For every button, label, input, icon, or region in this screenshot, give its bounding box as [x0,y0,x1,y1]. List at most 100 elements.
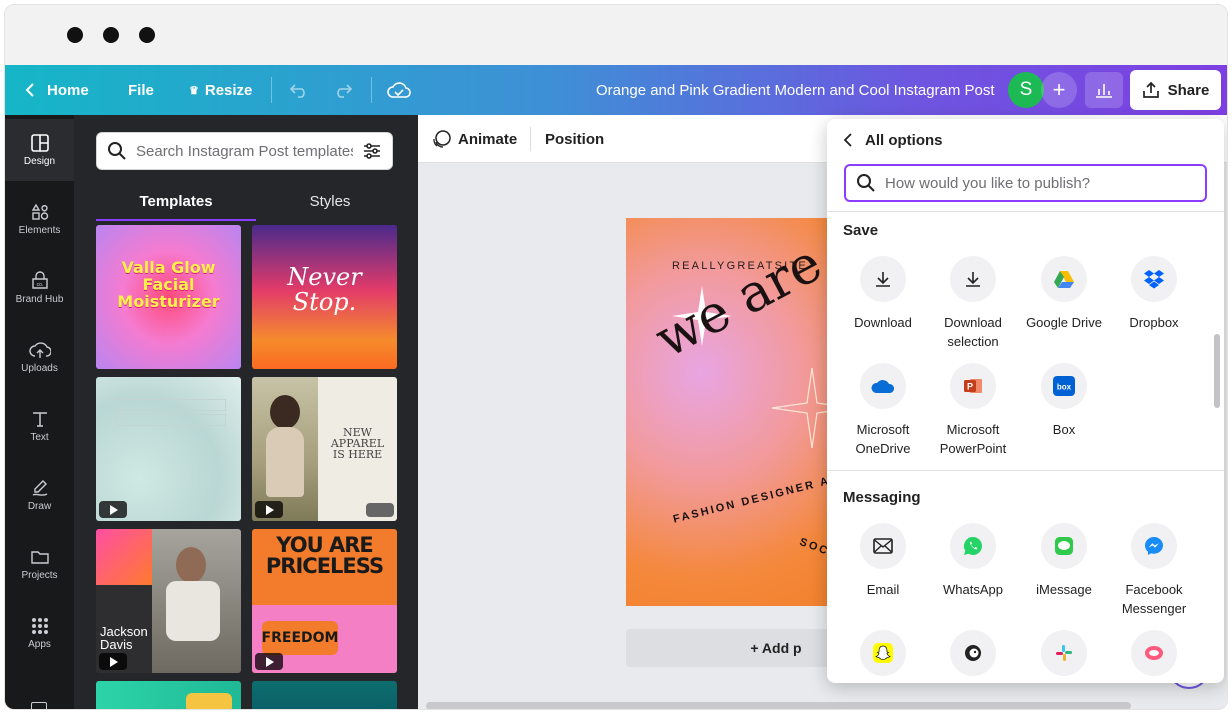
file-menu-button[interactable]: File [128,65,154,115]
filter-sliders-icon[interactable] [362,141,382,161]
section-title-save: Save [843,222,879,239]
rail-item-brand-hub[interactable]: co. Brand Hub [5,257,74,319]
option-label: Email [866,582,900,597]
canvas-headline[interactable]: we are [646,233,832,370]
share-button[interactable]: Share [1130,70,1221,110]
redo-icon [337,84,353,98]
option-onedrive[interactable]: Microsoft OneDrive [838,363,928,458]
shapes-icon [31,203,48,220]
editor-top-bar: Home File ♛ Resize Orange and Pink Gradi… [5,65,1227,115]
option-whatsapp[interactable]: WhatsApp [928,523,1018,599]
animate-label: Animate [458,130,518,148]
template-thumbnail[interactable]: Never Stop. [252,225,397,369]
option-label: Download [854,315,912,330]
option-label: Google Drive [1026,315,1102,330]
option-download-selection[interactable]: Download selection [928,256,1018,351]
position-button[interactable]: Position [545,115,604,163]
tab-templates[interactable]: Templates [96,183,256,219]
template-title-line: YOU ARE [276,533,373,557]
canvas-curve-text[interactable]: FASHION DESIGNER AND [672,470,851,526]
search-icon [857,174,875,192]
option-google-drive[interactable]: Google Drive [1019,256,1109,332]
snapchat-icon [873,643,893,663]
rail-label: Draw [27,501,52,512]
option-box[interactable]: box Box [1019,363,1109,439]
onedrive-icon [871,380,895,393]
redo-button[interactable] [333,65,353,115]
resize-button[interactable]: ♛ Resize [189,65,252,115]
rail-label: Apps [28,639,51,650]
publish-search-input[interactable] [885,174,1195,192]
window-close-dot[interactable] [67,27,83,43]
rail-item-apps[interactable]: Apps [5,602,74,664]
template-search-input[interactable] [136,142,353,160]
window-maximize-dot[interactable] [139,27,155,43]
cloud-save-status[interactable] [387,65,411,115]
home-label: Home [47,81,89,99]
canvas-curve-text[interactable]: SOC [798,536,831,558]
avatar[interactable]: S [1008,72,1044,108]
rail-item-projects[interactable]: Projects [5,533,74,595]
template-title-line: Moisturizer [117,292,220,311]
undo-icon [289,84,305,98]
box-icon: box [1053,376,1075,396]
option-label: Microsoft PowerPoint [939,422,1007,456]
window-minimize-dot[interactable] [103,27,119,43]
rail-item-elements[interactable]: Elements [5,188,74,250]
template-thumbnail[interactable]: YOU ARE PRICELESS FREEDOM [252,529,397,673]
home-button[interactable]: Home [25,65,89,115]
template-title-line: Valla Glow [121,258,216,277]
add-collaborator-button[interactable]: + [1041,72,1077,108]
mailchimp-icon [965,645,981,661]
template-thumbnail[interactable] [252,681,397,709]
apps-grid-icon [31,618,48,634]
rail-item-design[interactable]: Design [5,119,74,181]
option-messenger[interactable]: Facebook Messenger [1109,523,1199,618]
rail-item-draw[interactable]: Draw [5,464,74,526]
template-thumbnail[interactable] [96,681,241,709]
template-search[interactable] [96,132,393,170]
video-badge [99,501,127,518]
chevron-left-icon [843,133,852,147]
share-panel-scrollbar[interactable] [1214,334,1220,408]
option-label: Facebook Messenger [1121,582,1187,616]
browser-window: Home File ♛ Resize Orange and Pink Gradi… [4,4,1228,710]
cloud-upload-icon [28,342,51,358]
undo-button[interactable] [289,65,309,115]
option-mailchimp[interactable] [928,630,1018,683]
horizontal-scrollbar[interactable] [426,702,1131,709]
tab-styles[interactable]: Styles [256,183,404,219]
side-rail: Design Elements co. Brand Hub Uploads Te… [5,115,74,709]
position-label: Position [545,130,605,148]
insights-button[interactable] [1085,72,1123,108]
option-powerpoint[interactable]: P Microsoft PowerPoint [928,363,1018,458]
rail-label: Projects [21,570,58,581]
option-other-app[interactable] [1109,630,1199,683]
option-dropbox[interactable]: Dropbox [1109,256,1199,332]
template-title-line: PRICELESS [265,554,384,578]
option-snapchat[interactable] [838,630,928,683]
more-tools-icon[interactable] [31,702,47,709]
layout-icon [30,134,49,152]
animate-button[interactable]: Animate [432,115,517,163]
option-imessage[interactable]: iMessage [1019,523,1109,599]
section-title-messaging: Messaging [843,489,921,506]
toolbar-divider [371,77,372,103]
option-slack[interactable] [1019,630,1109,683]
rail-item-uploads[interactable]: Uploads [5,326,74,388]
option-label: Microsoft OneDrive [855,422,911,456]
template-thumbnail[interactable]: Jackson Davis [96,529,241,673]
publish-search[interactable] [844,164,1207,202]
option-email[interactable]: Email [838,523,928,599]
option-download[interactable]: Download [838,256,928,332]
design-title[interactable]: Orange and Pink Gradient Modern and Cool… [596,65,995,115]
template-thumbnail[interactable] [96,377,241,521]
option-label: iMessage [1036,582,1092,597]
section-divider [827,470,1224,471]
rail-item-text[interactable]: Text [5,395,74,457]
option-label: Download selection [944,315,1002,349]
template-thumbnail[interactable]: Valla Glow Facial Moisturizer [96,225,241,369]
template-thumbnail[interactable]: NEW APPAREL IS HERE [252,377,397,521]
dropbox-icon [1144,270,1164,289]
all-options-back-button[interactable]: All options [827,119,1224,161]
